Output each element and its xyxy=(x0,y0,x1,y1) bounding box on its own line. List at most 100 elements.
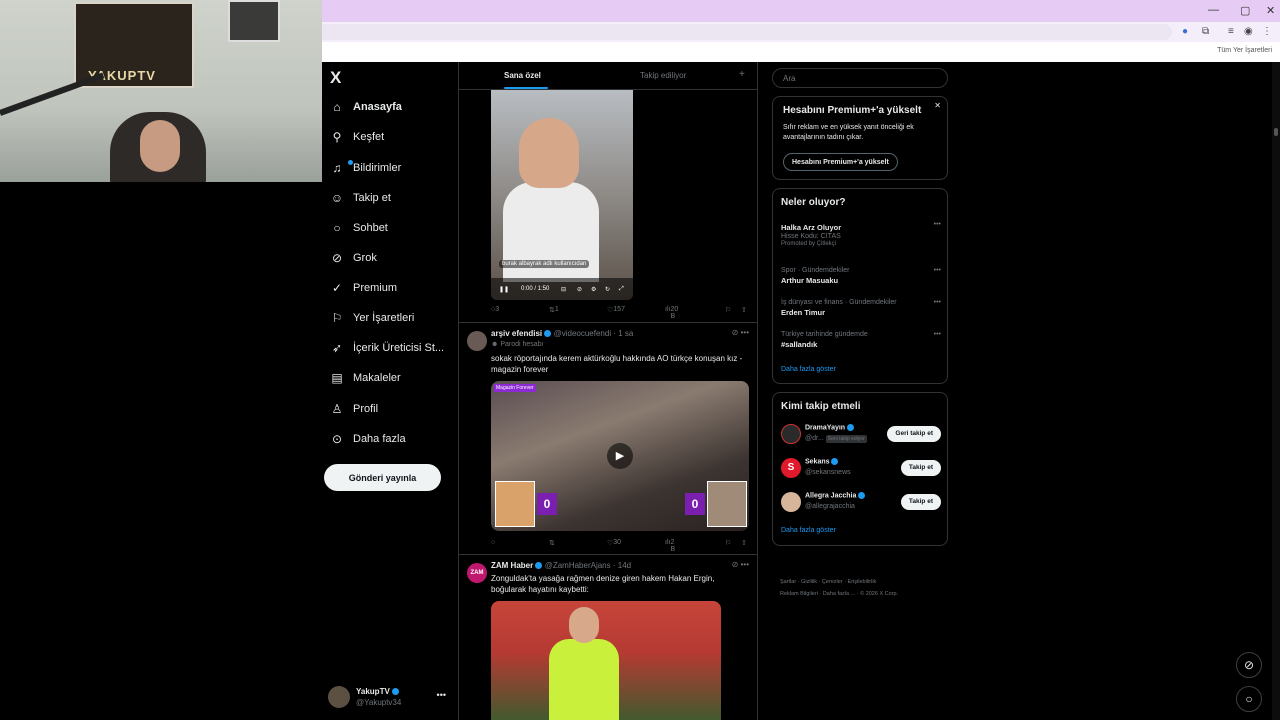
premium-upgrade-button[interactable]: Hesabını Premium+'a yükselt xyxy=(783,153,898,171)
maximize-button[interactable]: ▢ xyxy=(1240,4,1250,17)
tab-following[interactable]: Takip ediliyor xyxy=(640,71,686,80)
loop-icon[interactable]: ↻ xyxy=(605,286,610,293)
search-icon: ⚲ xyxy=(332,130,342,144)
author-handle[interactable]: @videocuefendi xyxy=(554,329,612,338)
pause-icon[interactable]: ❚❚ xyxy=(499,286,509,293)
author-handle[interactable]: @ZamHaberAjans xyxy=(545,561,611,570)
ellipsis-icon[interactable]: ••• xyxy=(437,690,446,700)
home-icon: ⌂ xyxy=(333,100,341,114)
show-more-link[interactable]: Daha fazla göster xyxy=(781,527,836,534)
trend-item[interactable]: Halka Arz Oluyor Hisse Kodu: CITAS Promo… xyxy=(781,221,941,247)
scrollbar[interactable] xyxy=(1272,62,1280,720)
parody-label: ☻ Parodi hesabı xyxy=(491,341,544,348)
trend-item[interactable]: Spor · Gündemdekiler Arthur Masuaku ••• xyxy=(781,267,941,285)
bookmark-button[interactable]: ⚐ xyxy=(725,539,731,547)
author-name[interactable]: ZAM Haber xyxy=(491,561,533,570)
more-icon: ⊙ xyxy=(331,432,343,446)
all-bookmarks[interactable]: Tüm Yer İşaretleri xyxy=(1217,47,1272,54)
post-button[interactable]: Gönderi yayınla xyxy=(324,464,441,491)
nav-notifications[interactable]: ♫ Bildirimler xyxy=(330,157,401,179)
avatar[interactable]: S xyxy=(781,458,801,478)
views-button[interactable]: ılı 2 B xyxy=(665,539,675,553)
follow-suggestion[interactable]: DramaYayın @dr... Seni takip ediyor Geri … xyxy=(781,421,941,447)
settings-icon[interactable]: ⚙ xyxy=(591,286,596,293)
ellipsis-icon[interactable]: ••• xyxy=(934,267,941,274)
nav-home[interactable]: ⌂ Anasayfa xyxy=(330,96,402,118)
extension-icon[interactable]: ● xyxy=(1182,26,1188,37)
tweet[interactable]: ZAM ZAM Haber @ZamHaberAjans · 14d ⊘ •••… xyxy=(459,554,757,720)
grok-icon: ⊘ xyxy=(331,251,343,265)
ellipsis-icon[interactable]: ⊘ ••• xyxy=(732,560,749,569)
like-button[interactable]: ♡ 30 xyxy=(607,539,621,547)
views-button[interactable]: ılı 20 B xyxy=(665,306,678,320)
nav-more[interactable]: ⊙ Daha fazla xyxy=(330,428,406,450)
avatar[interactable] xyxy=(781,424,801,444)
share-button[interactable]: ⇧ xyxy=(741,539,747,547)
minimize-button[interactable]: — xyxy=(1208,4,1219,16)
post-video[interactable]: Magazin Forever 0 0 ▶ xyxy=(491,381,749,531)
scrollbar-thumb[interactable] xyxy=(1274,128,1278,136)
tweet[interactable]: arşiv efendisi @videocuefendi · 1 sa ⊘ •… xyxy=(459,322,757,554)
nav-profile[interactable]: ♙ Profil xyxy=(330,398,378,420)
ellipsis-icon[interactable]: ••• xyxy=(934,331,941,338)
follow-back-button[interactable]: Geri takip et xyxy=(887,426,941,442)
search-input[interactable]: Ara xyxy=(772,68,948,88)
like-button[interactable]: ♡ 157 xyxy=(607,306,625,314)
profile-avatar-icon[interactable]: ◉ xyxy=(1244,26,1253,37)
account-handle: @Yakuptv34 xyxy=(356,698,402,707)
ellipsis-icon[interactable]: ••• xyxy=(934,221,941,228)
ellipsis-icon[interactable]: ⊘ ••• xyxy=(732,328,749,337)
close-icon[interactable]: ✕ xyxy=(934,101,941,110)
follow-suggestion[interactable]: Allegra Jacchia @allegrajacchia Takip et xyxy=(781,489,941,515)
tab-search-icon[interactable]: ≡ xyxy=(1228,26,1234,37)
post-time[interactable]: 14d xyxy=(618,561,631,570)
nav-grok[interactable]: ⊘ Grok xyxy=(330,247,377,269)
account-switcher[interactable]: YakupTV @Yakuptv34 ••• xyxy=(328,684,452,710)
bookmark-button[interactable]: ⚐ xyxy=(725,306,731,314)
avatar[interactable]: ZAM xyxy=(467,563,487,583)
nav-chat[interactable]: ○ Sohbet xyxy=(330,217,388,239)
nav-creator-studio[interactable]: ➶ İçerik Üreticisi St... xyxy=(330,337,444,359)
avatar[interactable] xyxy=(467,331,487,351)
add-tab-icon[interactable]: + xyxy=(739,69,745,80)
repost-button[interactable]: ⇅ xyxy=(549,539,555,547)
reply-button[interactable]: ○ 3 xyxy=(491,306,499,313)
captions-icon[interactable]: ⊟ xyxy=(561,286,566,293)
video-time: 0:00 / 1:50 xyxy=(521,286,550,292)
post-time[interactable]: 1 sa xyxy=(618,329,633,338)
avatar[interactable] xyxy=(781,492,801,512)
address-bar[interactable] xyxy=(322,24,1172,40)
nav-explore[interactable]: ⚲ Keşfet xyxy=(330,126,385,148)
trend-item[interactable]: İş dünyası ve finans · Gündemdekiler Erd… xyxy=(781,299,941,317)
post-image[interactable] xyxy=(491,601,721,720)
follow-button[interactable]: Takip et xyxy=(900,494,941,510)
tab-for-you[interactable]: Sana özel xyxy=(504,71,541,80)
menu-kebab-icon[interactable]: ⋮ xyxy=(1262,26,1272,37)
fullscreen-icon[interactable]: ⤢ xyxy=(619,286,624,293)
share-button[interactable]: ⇧ xyxy=(741,306,747,314)
show-more-link[interactable]: Daha fazla göster xyxy=(781,366,836,373)
close-window-button[interactable]: ✕ xyxy=(1266,4,1275,17)
score-right: 0 xyxy=(685,493,705,515)
follows-you-badge: Seni takip ediyor xyxy=(825,435,867,443)
mute-icon[interactable]: ⊘ xyxy=(577,286,582,293)
repost-button[interactable]: ⇅ 1 xyxy=(549,306,559,314)
nav-bookmarks[interactable]: ⚐ Yer İşaretleri xyxy=(330,307,415,329)
nav-premium[interactable]: ✓ Premium xyxy=(330,277,397,299)
follow-suggestion[interactable]: S Sekans @sekansnews Takip et xyxy=(781,455,941,481)
chat-icon[interactable]: ○ xyxy=(1236,686,1262,712)
extensions-icon[interactable]: ⧉ xyxy=(1202,26,1209,37)
nav-articles[interactable]: ▤ Makaleler xyxy=(330,367,400,389)
trends-card: Neler oluyor? Halka Arz Oluyor Hisse Kod… xyxy=(772,188,948,384)
follow-button[interactable]: Takip et xyxy=(900,460,941,476)
grok-icon[interactable]: ⊘ xyxy=(1236,652,1262,678)
nav-follow[interactable]: ☺ Takip et xyxy=(330,187,391,209)
trend-item[interactable]: Türkiye tarihinde gündemde #sallandık ••… xyxy=(781,331,941,349)
reply-button[interactable]: ○ xyxy=(491,539,495,546)
post-video[interactable]: burak albayrak adlı kullanıcıdan ❚❚ 0:00… xyxy=(491,90,633,300)
play-icon[interactable]: ▶ xyxy=(607,443,633,469)
magazin-label: Magazin Forever xyxy=(494,384,536,392)
ellipsis-icon[interactable]: ••• xyxy=(934,299,941,306)
author-name[interactable]: arşiv efendisi xyxy=(491,329,542,338)
x-logo[interactable]: X xyxy=(330,68,341,88)
